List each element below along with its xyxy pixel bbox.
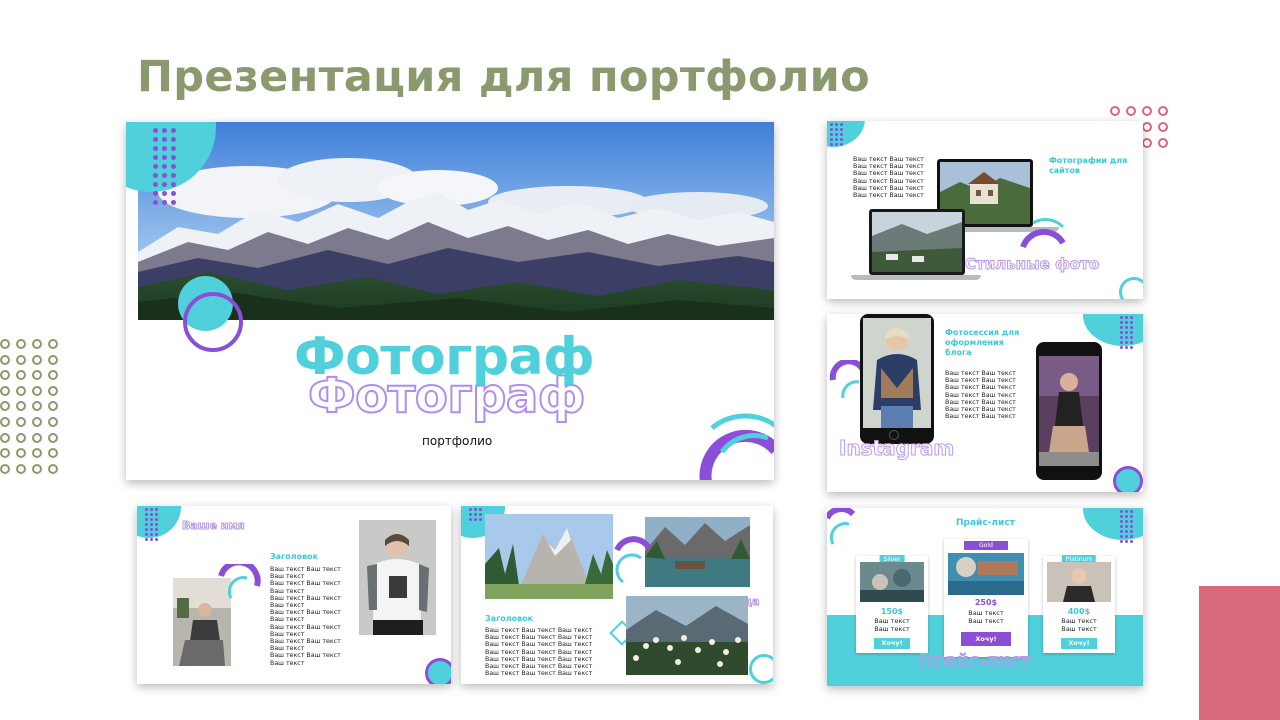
purple-dot-grid — [145, 508, 158, 541]
buy-button-silver[interactable]: Хочу! — [874, 638, 910, 649]
teal-ring-decoration — [1113, 466, 1143, 492]
laptop-back-icon — [869, 209, 965, 275]
nature-photo-flowers — [626, 596, 748, 675]
teal-corner-shape — [1083, 508, 1143, 540]
purple-dot-grid — [153, 128, 176, 205]
purple-dot-grid — [469, 508, 482, 521]
arc-decoration — [827, 508, 856, 545]
price-card-platinum: Platinum 400$ Ваш текст Ваш текст Хочу! — [1043, 555, 1115, 653]
nature-photo-lake — [645, 517, 750, 587]
slide-main-photographer[interactable]: Фотограф Фотограф портфолио — [126, 122, 774, 480]
slide-price-list[interactable]: Прайс-лист Silver 150$ Ваш текст Ваш тек… — [827, 508, 1143, 686]
arc-decoration — [614, 536, 652, 584]
price-watermark: Прайс-лист — [918, 651, 1031, 672]
price-card-silver: Silver 150$ Ваш текст Ваш текст Хочу! — [856, 555, 928, 653]
slide-about[interactable]: Ваше имя Заголовок Ваш текст Ваш текст В… — [137, 506, 451, 684]
teal-ring-decoration — [425, 658, 451, 684]
price-title: Прайс-лист — [956, 518, 1015, 528]
slide-nature[interactable]: Природа Заголовок Ваш текст Ваш текст Ва… — [461, 506, 773, 684]
price-value-gold: 250$ — [974, 598, 998, 607]
instagram-body-text: Ваш текст Ваш текст Ваш текст Ваш текст … — [945, 370, 1016, 421]
teal-ring-decoration — [749, 654, 773, 684]
mountain-photo — [138, 122, 774, 320]
about-name: Ваше имя — [182, 519, 246, 533]
phone-right-icon — [1036, 342, 1102, 480]
nature-photo-peak — [485, 514, 613, 599]
instagram-caption: Instagram — [838, 436, 955, 461]
price-value-silver: 150$ — [880, 607, 904, 616]
purple-ring-decoration — [183, 292, 243, 352]
mountain-image — [138, 122, 774, 320]
teal-corner-shape — [137, 506, 181, 538]
websites-caption: Стильные фото — [964, 255, 1100, 274]
teal-ring-decoration — [1119, 277, 1143, 299]
price-desc-gold: Ваш текст Ваш текст — [968, 609, 1004, 625]
buy-button-platinum[interactable]: Хочу! — [1061, 638, 1097, 649]
instagram-heading: Фотосессия для оформления блога — [945, 328, 1020, 357]
phone-left-icon — [860, 314, 934, 444]
buy-button-gold[interactable]: Хочу! — [961, 632, 1011, 646]
nature-heading: Заголовок — [485, 614, 534, 623]
purple-dot-grid — [830, 123, 843, 146]
laptop-back-base — [851, 275, 981, 280]
green-dot-pattern — [0, 339, 58, 474]
main-title: Фотограф — [294, 327, 595, 387]
price-desc-silver: Ваш текст Ваш текст — [874, 617, 910, 633]
purple-dot-grid — [1120, 510, 1133, 543]
arc-decoration — [1020, 218, 1066, 249]
price-photo-silver — [860, 562, 924, 602]
price-photo-platinum — [1047, 562, 1111, 602]
websites-body-text: Ваш текст Ваш текст Ваш текст Ваш текст … — [853, 156, 924, 200]
tier-label-gold: Gold — [964, 541, 1008, 550]
slide-instagram[interactable]: Instagram Фотосессия для оформления блог… — [827, 314, 1143, 492]
main-subtitle: портфолио — [422, 434, 493, 448]
about-photo-right — [359, 520, 436, 635]
nature-body-text: Ваш текст Ваш текст Ваш текст Ваш текст … — [485, 627, 593, 678]
arc-decoration — [218, 564, 261, 599]
about-heading: Заголовок — [270, 552, 319, 561]
price-desc-platinum: Ваш текст Ваш текст — [1061, 617, 1097, 633]
arc-decoration — [699, 413, 774, 480]
websites-heading: Фотографии для сайтов — [1049, 156, 1128, 175]
purple-dot-grid — [1120, 316, 1133, 349]
about-body-text: Ваш текст Ваш текст Ваш текст Ваш текст … — [270, 566, 341, 667]
page-title: Презентация для портфолио — [137, 52, 870, 102]
price-photo-gold — [948, 553, 1024, 595]
pink-accent-block — [1199, 586, 1280, 720]
slide-websites[interactable]: Ваш текст Ваш текст Ваш текст Ваш текст … — [827, 121, 1143, 299]
price-value-platinum: 400$ — [1067, 607, 1091, 616]
price-card-gold: Gold 250$ Ваш текст Ваш текст Хочу! — [944, 539, 1028, 657]
